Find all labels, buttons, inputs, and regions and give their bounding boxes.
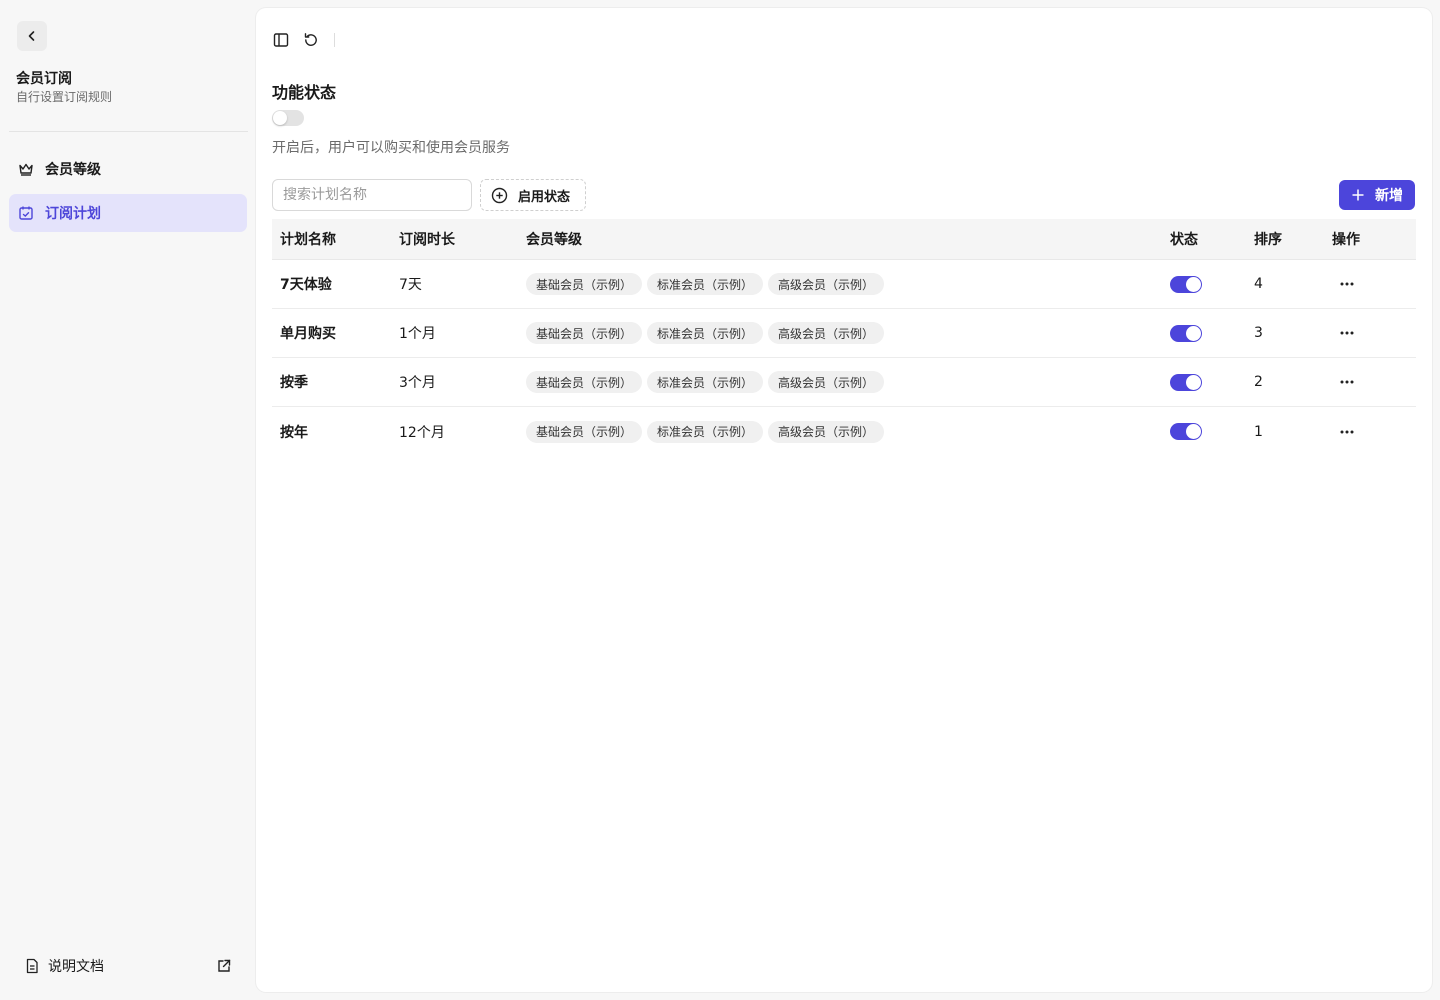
sidebar-item-subscription-plans[interactable]: 订阅计划 bbox=[9, 194, 247, 232]
more-actions-button[interactable] bbox=[1332, 269, 1362, 299]
feature-status-toggle[interactable] bbox=[272, 110, 304, 126]
sidebar-item-label: 会员等级 bbox=[45, 162, 101, 178]
crown-icon bbox=[17, 160, 35, 178]
level-tag: 高级会员（示例） bbox=[768, 273, 885, 295]
status-filter-button[interactable]: 启用状态 bbox=[480, 179, 586, 211]
plan-name: 单月购买 bbox=[280, 326, 336, 342]
level-tag: 高级会员（示例） bbox=[768, 371, 885, 393]
plan-order: 4 bbox=[1254, 276, 1263, 292]
table-header: 计划名称 订阅时长 会员等级 状态 排序 操作 bbox=[272, 219, 1416, 260]
toggle-knob bbox=[1186, 424, 1201, 439]
more-horizontal-icon bbox=[1340, 282, 1354, 286]
more-horizontal-icon bbox=[1340, 430, 1354, 433]
toggle-knob bbox=[273, 111, 287, 125]
document-icon bbox=[24, 958, 40, 974]
more-actions-button[interactable] bbox=[1332, 318, 1362, 348]
plans-table: 计划名称 订阅时长 会员等级 状态 排序 操作 7天体验 7天 基础会员（示例）… bbox=[272, 219, 1416, 456]
external-link-icon bbox=[216, 958, 232, 974]
plan-search-input[interactable] bbox=[272, 179, 472, 211]
plan-name: 按年 bbox=[280, 424, 308, 441]
toggle-knob bbox=[1186, 325, 1201, 341]
plan-name: 7天体验 bbox=[280, 277, 332, 293]
docs-label: 说明文档 bbox=[48, 959, 104, 975]
plan-duration: 12个月 bbox=[399, 424, 445, 441]
feature-status-title: 功能状态 bbox=[272, 83, 337, 102]
add-label: 新增 bbox=[1375, 187, 1403, 203]
level-tag: 高级会员（示例） bbox=[768, 420, 885, 443]
app-subtitle: 自行设置订阅规则 bbox=[16, 90, 113, 104]
chevron-left-icon bbox=[28, 31, 35, 41]
plan-status-toggle[interactable] bbox=[1170, 275, 1202, 293]
plan-duration: 3个月 bbox=[399, 375, 436, 391]
table-row: 按季 3个月 基础会员（示例） 标准会员（示例） 高级会员（示例） 2 bbox=[272, 358, 1416, 407]
plan-status-toggle[interactable] bbox=[1170, 423, 1202, 440]
calendar-check-icon bbox=[17, 204, 35, 222]
refresh-button[interactable] bbox=[301, 30, 321, 50]
header-status: 状态 bbox=[1170, 232, 1198, 248]
toggle-knob bbox=[1186, 276, 1201, 292]
sidebar-item-member-levels[interactable]: 会员等级 bbox=[9, 150, 247, 188]
table-row: 按年 12个月 基础会员（示例） 标准会员（示例） 高级会员（示例） 1 bbox=[272, 407, 1416, 456]
level-tag: 基础会员（示例） bbox=[526, 273, 643, 295]
plan-levels: 基础会员（示例） 标准会员（示例） 高级会员（示例） bbox=[526, 322, 1170, 344]
plus-icon bbox=[1351, 188, 1365, 202]
plan-order: 2 bbox=[1254, 374, 1263, 390]
main-panel: 功能状态 开启后，用户可以购买和使用会员服务 启用状态 新增 计划名称 订阅时长… bbox=[256, 8, 1432, 992]
add-plan-button[interactable]: 新增 bbox=[1339, 180, 1415, 210]
docs-link[interactable]: 说明文档 bbox=[16, 950, 240, 982]
toggle-sidebar-button[interactable] bbox=[271, 30, 291, 50]
level-tag: 高级会员（示例） bbox=[768, 322, 885, 344]
header-order: 排序 bbox=[1254, 232, 1282, 248]
header-operations: 操作 bbox=[1332, 232, 1360, 248]
header-member-levels: 会员等级 bbox=[526, 232, 582, 248]
header-plan-name: 计划名称 bbox=[280, 232, 336, 248]
plan-duration: 7天 bbox=[399, 277, 422, 293]
more-horizontal-icon bbox=[1340, 331, 1354, 335]
plan-levels: 基础会员（示例） 标准会员（示例） 高级会员（示例） bbox=[526, 273, 1170, 295]
table-row: 单月购买 1个月 基础会员（示例） 标准会员（示例） 高级会员（示例） 3 bbox=[272, 309, 1416, 358]
plan-name: 按季 bbox=[280, 375, 308, 391]
plan-levels: 基础会员（示例） 标准会员（示例） 高级会员（示例） bbox=[526, 420, 1170, 443]
more-actions-button[interactable] bbox=[1332, 367, 1362, 397]
level-tag: 标准会员（示例） bbox=[647, 273, 764, 295]
more-actions-button[interactable] bbox=[1332, 417, 1362, 447]
sidebar-item-label: 订阅计划 bbox=[45, 206, 101, 222]
filter-label: 启用状态 bbox=[518, 189, 571, 205]
level-tag: 基础会员（示例） bbox=[526, 322, 643, 344]
level-tag: 基础会员（示例） bbox=[526, 371, 643, 393]
level-tag: 基础会员（示例） bbox=[526, 420, 643, 443]
toggle-knob bbox=[1186, 374, 1201, 390]
feature-status-description: 开启后，用户可以购买和使用会员服务 bbox=[272, 140, 510, 156]
table-row: 7天体验 7天 基础会员（示例） 标准会员（示例） 高级会员（示例） 4 bbox=[272, 260, 1416, 309]
plan-status-toggle[interactable] bbox=[1170, 324, 1202, 342]
plan-levels: 基础会员（示例） 标准会员（示例） 高级会员（示例） bbox=[526, 371, 1170, 393]
level-tag: 标准会员（示例） bbox=[647, 371, 764, 393]
toolbar-separator bbox=[334, 33, 335, 47]
level-tag: 标准会员（示例） bbox=[647, 322, 764, 344]
plus-circle-icon bbox=[491, 187, 508, 204]
sidebar: 会员订阅 自行设置订阅规则 会员等级 订阅计划 说明文档 bbox=[0, 0, 256, 1000]
app-title: 会员订阅 bbox=[16, 71, 72, 87]
back-button[interactable] bbox=[17, 21, 47, 51]
sidebar-divider bbox=[9, 131, 248, 132]
more-horizontal-icon bbox=[1340, 380, 1354, 384]
plan-duration: 1个月 bbox=[399, 326, 436, 342]
level-tag: 标准会员（示例） bbox=[647, 420, 764, 443]
header-duration: 订阅时长 bbox=[399, 232, 455, 248]
refresh-icon bbox=[304, 33, 317, 46]
sidebar-panel-icon bbox=[273, 33, 289, 47]
plan-order: 1 bbox=[1254, 423, 1263, 440]
plan-status-toggle[interactable] bbox=[1170, 373, 1202, 391]
plan-order: 3 bbox=[1254, 325, 1263, 341]
